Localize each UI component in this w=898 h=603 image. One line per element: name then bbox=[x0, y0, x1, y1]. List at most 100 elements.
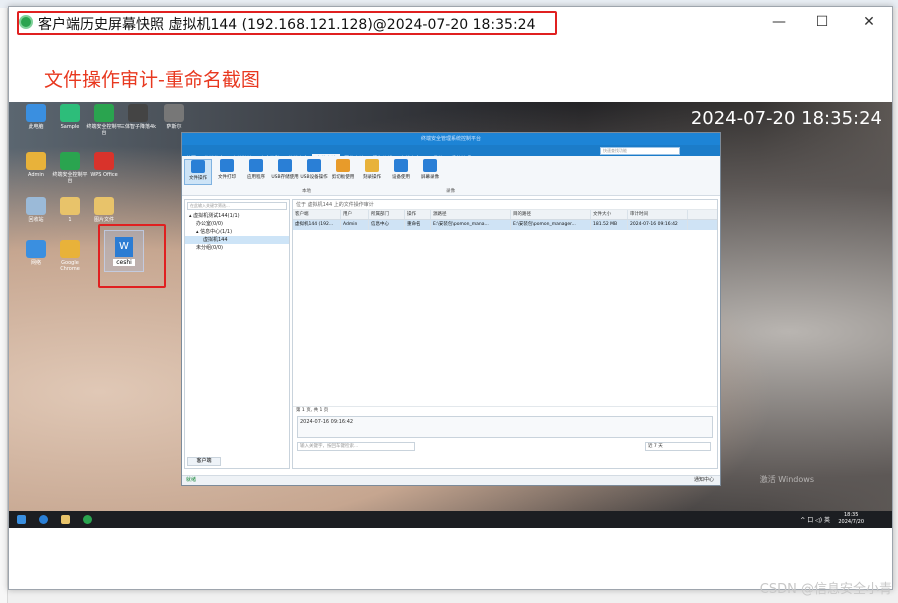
taskbar-clock[interactable]: 18:35 2024/7/20 bbox=[838, 512, 864, 526]
toolbar-label: 文件打印 bbox=[218, 175, 236, 180]
desktop-app-icon bbox=[164, 104, 184, 122]
toolbar-icon bbox=[423, 159, 437, 172]
toolbar-button[interactable]: USB存储使用 bbox=[271, 159, 299, 180]
desktop-icon-label: Sample bbox=[60, 124, 80, 130]
toolbar-label: USB设备操作 bbox=[300, 175, 328, 180]
minimize-button[interactable]: — bbox=[767, 13, 791, 31]
audit-panel: 位于 虚拟机144 上的文件操作审计 客户端 用户 所属部门 操作 源路径 目的路径 文件大… bbox=[292, 199, 718, 469]
toolbar-group-local: 本地 bbox=[302, 189, 311, 194]
desktop-icon[interactable]: Sample bbox=[51, 104, 89, 130]
snapshot-window: 客户端历史屏幕快照 虚拟机144 (192.168.121.128)@2024-… bbox=[8, 6, 893, 590]
pager[interactable]: 第 1 页, 共 1 页 bbox=[293, 406, 717, 414]
desktop-icon-label: 此电脑 bbox=[28, 124, 44, 130]
column-header[interactable]: 所属部门 bbox=[369, 210, 405, 219]
table-cell: E:\安装包\pomon_manager... bbox=[511, 220, 591, 230]
table-cell: Admin bbox=[341, 220, 369, 230]
desktop-icon-label: 萨斯尔 bbox=[166, 124, 182, 130]
app-toolbar: 本地 录像 文件操作 文件打印 应用程序 USB存储使用 USB设备操作 剪切板使用 刻录操… bbox=[182, 156, 720, 196]
desktop-icon[interactable]: 1 bbox=[51, 197, 89, 223]
maximize-button[interactable]: ☐ bbox=[810, 13, 834, 31]
desktop-app-icon bbox=[60, 152, 80, 170]
toolbar-icon bbox=[365, 159, 379, 172]
security-app-icon[interactable] bbox=[83, 515, 92, 524]
desktop-icon[interactable]: 三体智子降落4k bbox=[119, 104, 157, 130]
table-row[interactable]: 虚拟机144 (192... Admin 信息中心 重命名 E:\安装包\pomon_m… bbox=[293, 220, 717, 230]
desktop-app-icon bbox=[60, 240, 80, 258]
desktop-icon[interactable]: Admin bbox=[17, 152, 55, 178]
desktop-icon[interactable]: 终端安全控制平台 bbox=[85, 104, 123, 136]
tree-search-input[interactable]: 在此输入关键字筛选... bbox=[187, 202, 287, 210]
detail-panel: 2024-07-16 09:16:42 bbox=[297, 416, 713, 438]
background-window-edge bbox=[0, 8, 8, 603]
toolbar-button[interactable]: 文件打印 bbox=[213, 159, 241, 180]
table-body: 虚拟机144 (192... Admin 信息中心 重命名 E:\安装包\pomon_m… bbox=[293, 220, 717, 230]
column-header[interactable]: 文件大小 bbox=[591, 210, 628, 219]
desktop-app-icon bbox=[94, 104, 114, 122]
desktop-icon[interactable]: 萨斯尔 bbox=[155, 104, 193, 130]
keyword-search-input[interactable]: 输入关键字，按回车键检索... bbox=[297, 442, 415, 451]
desktop-icon-label: 终端安全控制平台 bbox=[86, 124, 122, 136]
date-range-select[interactable]: 近 7 天 bbox=[645, 442, 711, 451]
tab-client[interactable]: 客户端 bbox=[187, 457, 221, 466]
toolbar-button[interactable]: 剪切板使用 bbox=[329, 159, 357, 180]
desktop-icon[interactable]: 终端安全控制平台 bbox=[51, 152, 89, 184]
column-header[interactable]: 审计时间 bbox=[628, 210, 688, 219]
toolbar-button[interactable]: 应用程序 bbox=[242, 159, 270, 180]
desktop-app-icon bbox=[26, 104, 46, 122]
toolbar-button[interactable]: 刻录操作 bbox=[358, 159, 386, 180]
toolbar-icon bbox=[278, 159, 292, 172]
desktop-icon[interactable]: 回收站 bbox=[17, 197, 55, 223]
desktop-app-icon bbox=[94, 197, 114, 215]
toolbar-button[interactable]: USB设备操作 bbox=[300, 159, 328, 180]
toolbar-label: 刻录操作 bbox=[363, 175, 381, 180]
tree-node[interactable]: 办公室(0/0) bbox=[185, 220, 289, 228]
tree-node[interactable]: ▴ 信息中心(1/1) bbox=[185, 228, 289, 236]
toolbar-label: 应用程序 bbox=[247, 175, 265, 180]
notification-center[interactable]: 通知中心 bbox=[694, 476, 714, 485]
system-tray[interactable]: ^ 口 ◁) 英 bbox=[800, 515, 830, 524]
desktop-screenshot: 2024-07-20 18:35:24 此电脑 Sample 终端安全控制平台 三体智… bbox=[9, 102, 892, 528]
start-icon[interactable] bbox=[17, 515, 26, 524]
desktop-icon[interactable]: 网络 bbox=[17, 240, 55, 266]
table-cell: 181.52 MB bbox=[591, 220, 628, 230]
desktop-icon-label: 终端安全控制平台 bbox=[52, 172, 88, 184]
column-header[interactable]: 目的路径 bbox=[511, 210, 591, 219]
column-header[interactable]: 用户 bbox=[341, 210, 369, 219]
table-cell: 2024-07-16 09:16:42 bbox=[628, 220, 688, 230]
audit-panel-header: 位于 虚拟机144 上的文件操作审计 bbox=[293, 200, 717, 210]
toolbar-label: 屏幕录像 bbox=[421, 175, 439, 180]
toolbar-button[interactable]: 设备使用 bbox=[387, 159, 415, 180]
tree-node[interactable]: ▴ 虚拟机测试144(1/1) bbox=[185, 212, 289, 220]
tree-node[interactable]: 未分组(0/0) bbox=[185, 244, 289, 252]
file-explorer-icon[interactable] bbox=[61, 515, 70, 524]
desktop-app-icon bbox=[26, 240, 46, 258]
edge-icon[interactable] bbox=[39, 515, 48, 524]
toolbar-label: 剪切板使用 bbox=[331, 175, 355, 180]
clock-date: 2024/7/20 bbox=[838, 519, 864, 525]
desktop-app-icon bbox=[128, 104, 148, 122]
app-status-bar: 就绪 通知中心 bbox=[182, 475, 720, 485]
toolbar-button[interactable]: 文件操作 bbox=[184, 159, 212, 185]
table-cell: E:\安装包\pomon_mana... bbox=[431, 220, 511, 230]
desktop-app-icon bbox=[60, 197, 80, 215]
column-header[interactable]: 客户端 bbox=[293, 210, 341, 219]
toolbar-icon bbox=[191, 160, 205, 173]
audit-app-window: 终端安全管理系统控制平台 首页终端信息文档监控安全策略终端安全本地审计网络审计行… bbox=[181, 132, 721, 486]
desktop-icon[interactable]: Google Chrome bbox=[51, 240, 89, 272]
function-search-input[interactable]: 快速查找功能 bbox=[600, 147, 680, 155]
toolbar-button[interactable]: 屏幕录像 bbox=[416, 159, 444, 180]
desktop-icon[interactable]: 图片文件 bbox=[85, 197, 123, 223]
close-button[interactable]: ✕ bbox=[857, 13, 881, 31]
table-cell: 重命名 bbox=[405, 220, 431, 230]
column-header[interactable]: 源路径 bbox=[431, 210, 511, 219]
group-tree: 在此输入关键字筛选... ▴ 虚拟机测试144(1/1) 办公室(0/0) ▴ 信息… bbox=[184, 199, 290, 469]
desktop-icon-label: Google Chrome bbox=[60, 260, 80, 272]
toolbar-icon bbox=[307, 159, 321, 172]
tree-node[interactable]: 虚拟机144 bbox=[185, 236, 289, 244]
desktop-icon-label: Admin bbox=[28, 172, 44, 178]
desktop-app-icon bbox=[60, 104, 80, 122]
desktop-icon[interactable]: 此电脑 bbox=[17, 104, 55, 130]
column-header[interactable]: 操作 bbox=[405, 210, 431, 219]
app-title: 终端安全管理系统控制平台 bbox=[182, 133, 720, 145]
desktop-icon[interactable]: WPS Office bbox=[85, 152, 123, 178]
